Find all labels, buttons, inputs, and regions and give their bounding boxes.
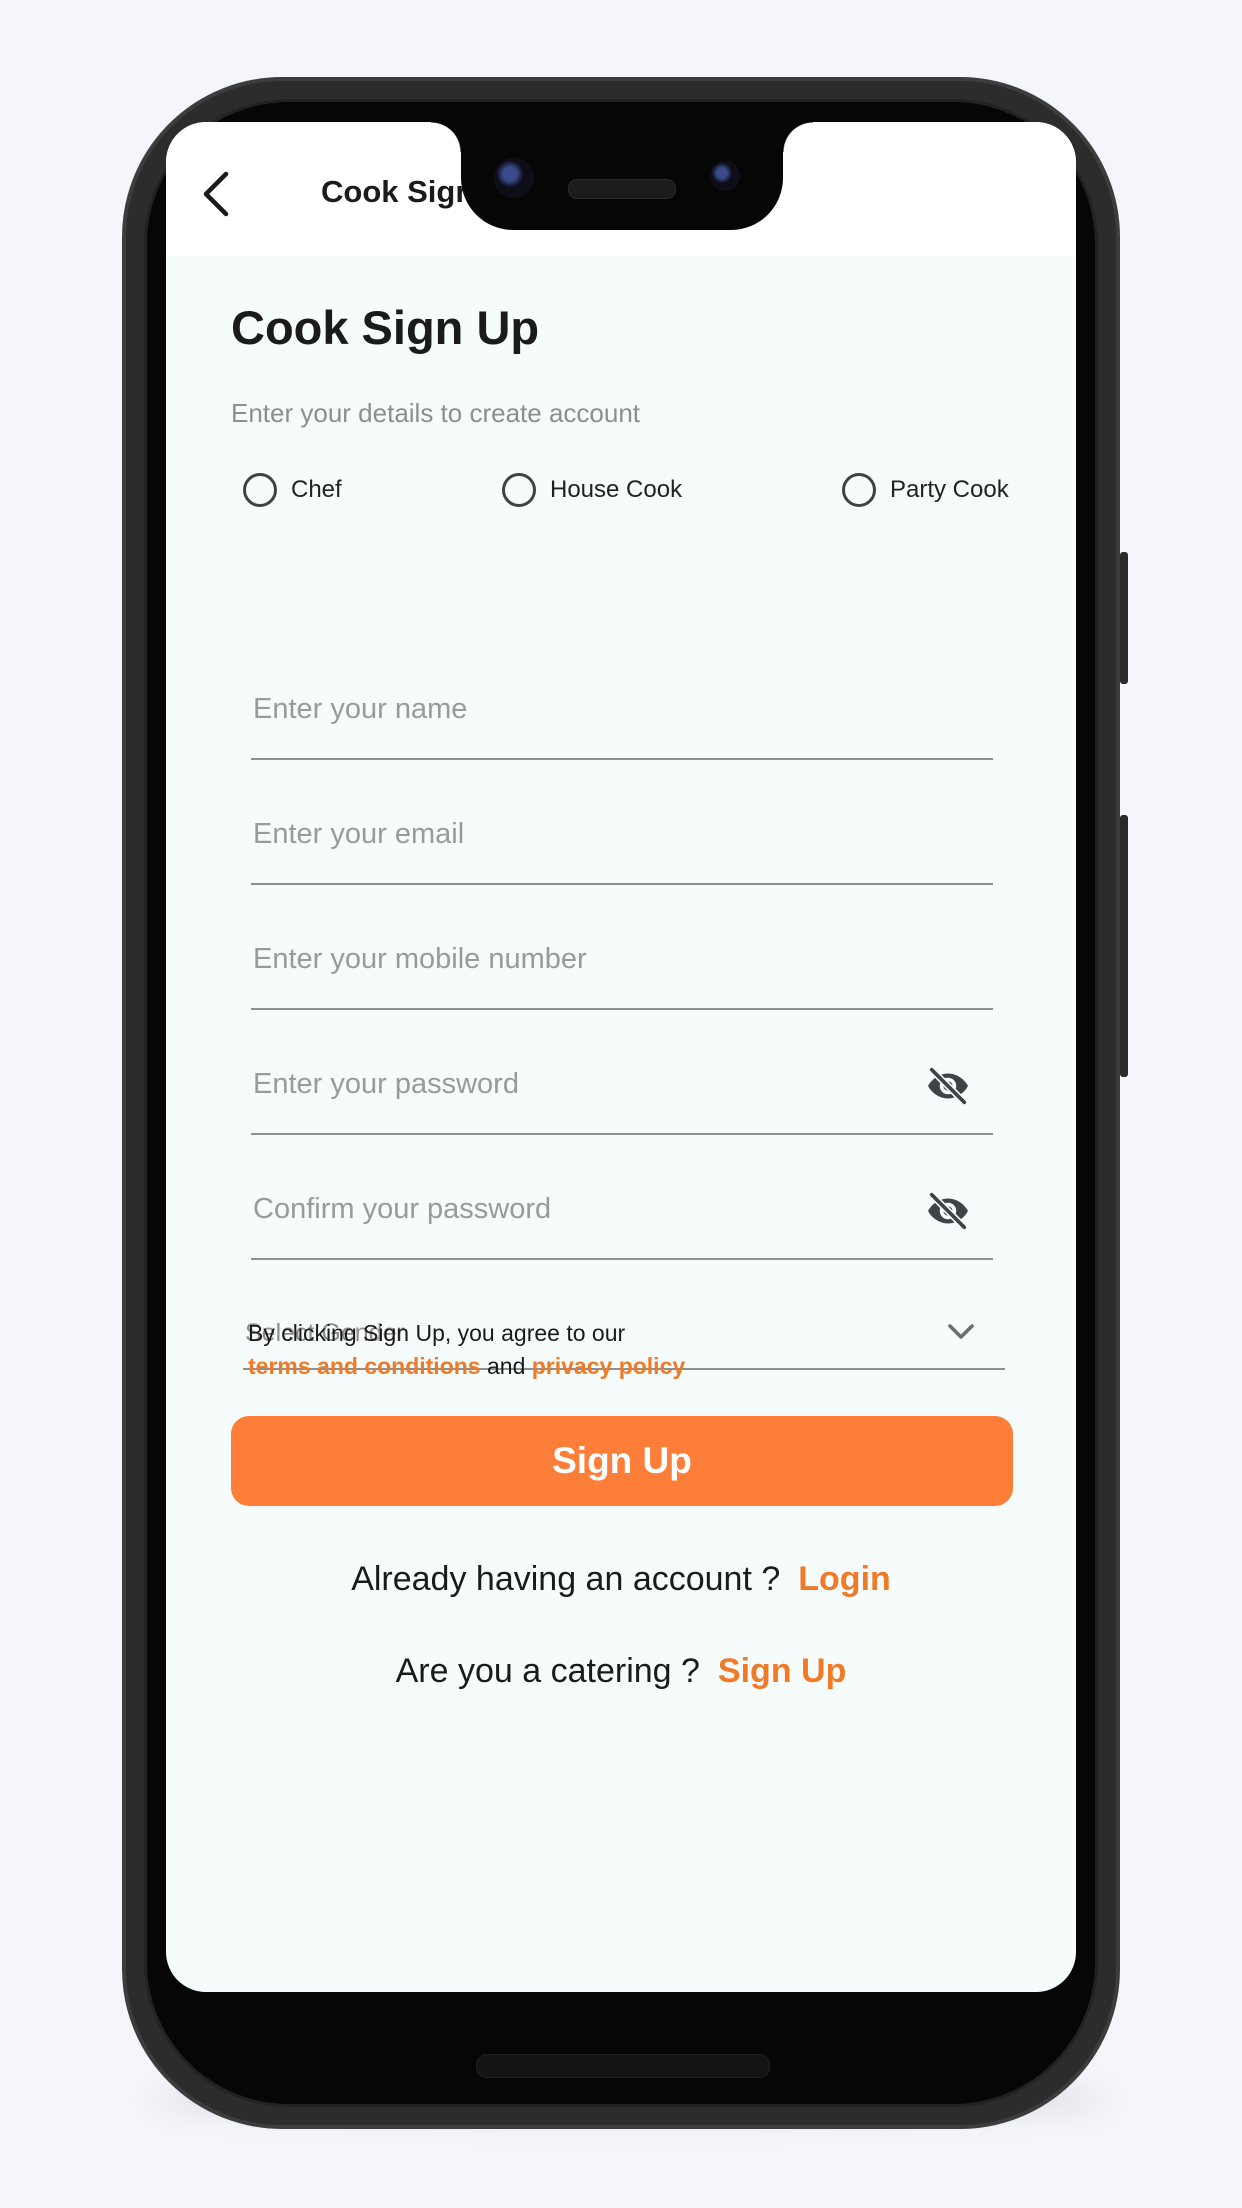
earpiece-speaker [568,179,676,199]
login-link[interactable]: Login [798,1560,891,1598]
eye-off-icon[interactable] [925,1063,971,1109]
front-camera-icon [494,158,534,198]
role-label: House Cook [550,476,683,503]
role-radio-house-cook[interactable]: House Cook [502,468,682,512]
login-row: Already having an account ? Login [166,1560,1076,1599]
email-field [251,793,993,885]
power-button [1120,815,1128,1077]
email-input[interactable] [251,811,895,857]
password-field [251,1043,993,1135]
app-screen: Cook Sign Up Cook Sign Up Enter your det… [166,122,1076,1992]
privacy-link[interactable]: privacy policy [532,1353,685,1379]
radio-circle[interactable] [842,473,876,507]
chevron-left-icon [203,171,229,217]
terms-and-text: and [486,1353,526,1379]
role-radio-chef[interactable]: Chef [243,468,342,512]
name-field [251,668,993,760]
login-prompt: Already having an account ? [351,1560,781,1598]
role-label: Chef [291,476,342,503]
camera-notch [431,122,813,230]
radio-circle[interactable] [243,473,277,507]
sign-up-button[interactable]: Sign Up [231,1416,1013,1506]
mobile-input[interactable] [251,936,895,982]
page-subtitle: Enter your details to create account [231,398,641,428]
confirm-password-field [251,1168,993,1260]
role-label: Party Cook [890,476,1009,503]
chevron-down-icon [948,1324,974,1339]
volume-button [1120,552,1128,684]
name-input[interactable] [251,686,895,732]
mobile-field [251,918,993,1010]
catering-row: Are you a catering ? Sign Up [166,1652,1076,1691]
sensor-icon [710,161,740,191]
eye-off-icon[interactable] [925,1188,971,1234]
catering-sign-up-link[interactable]: Sign Up [718,1652,846,1690]
role-radio-party-cook[interactable]: Party Cook [842,468,1009,512]
back-button[interactable] [196,166,240,222]
confirm-password-input[interactable] [251,1186,895,1232]
radio-circle[interactable] [502,473,536,507]
password-input[interactable] [251,1061,895,1107]
terms-text: By clicking Sign Up, you agree to our [248,1320,626,1346]
terms-link[interactable]: terms and conditions [248,1353,481,1379]
bottom-speaker [476,2054,770,2078]
page-title: Cook Sign Up [231,301,540,354]
terms-links-line: terms and conditions and privacy policy [248,1353,685,1380]
catering-prompt: Are you a catering ? [395,1652,700,1690]
